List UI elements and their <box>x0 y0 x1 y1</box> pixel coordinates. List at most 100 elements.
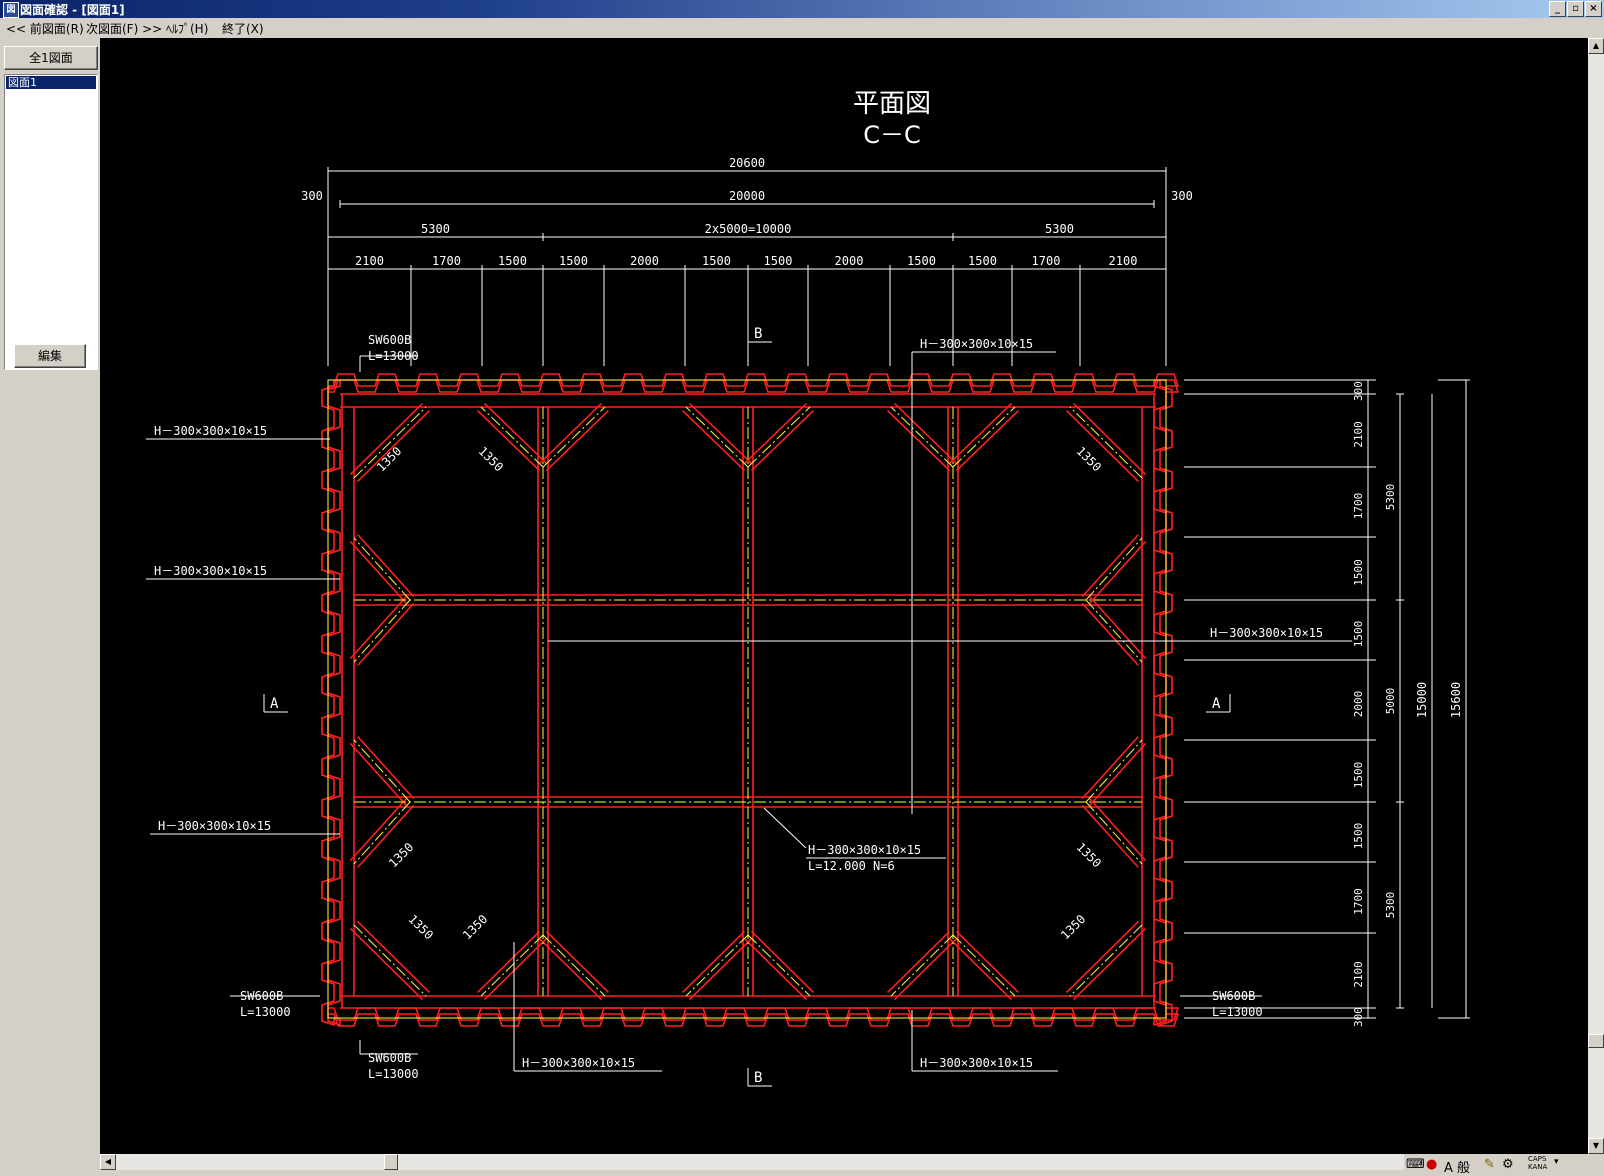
dim-right-small-label: 300 <box>1352 381 1365 401</box>
sheet-pile-label: SW600B <box>368 333 411 347</box>
fire-brace-centerline <box>542 934 606 997</box>
dim-row4-label: 1500 <box>559 254 588 268</box>
fire-brace-centerline <box>1069 924 1143 997</box>
dim-right-small-label: 1700 <box>1352 493 1365 520</box>
menu-help[interactable]: ﾍﾙﾌﾟ(H) <box>166 20 208 37</box>
menu-next-drawing[interactable]: 次図面(F) >> <box>86 20 162 37</box>
title-bar: 図 図面確認 - [図面1] _ ▫ × <box>0 0 1604 18</box>
sheet-pile-outline <box>327 379 1167 1019</box>
sheet-pile-label: SW600B <box>368 1051 411 1065</box>
fire-brace-centerline <box>1085 739 1143 803</box>
fire-brace <box>743 402 808 464</box>
dim-right-mid-label: 5300 <box>1384 892 1397 919</box>
drawing-list-item[interactable]: 図面1 <box>6 76 96 89</box>
hscroll-thumb[interactable] <box>384 1154 398 1170</box>
dim-row4-label: 1500 <box>764 254 793 268</box>
restore-button[interactable]: ▫ <box>1567 1 1584 17</box>
menu-bar: << 前図面(R) 次図面(F) >> ﾍﾙﾌﾟ(H) 終了(X) <box>0 18 1604 37</box>
chevron-down-icon[interactable]: ▾ <box>1554 1157 1559 1167</box>
dim-inner-label: 20000 <box>729 189 765 203</box>
drawing-canvas[interactable]: 20600 20000 300 300 5300 2x5000=10000 5300 2100… <box>100 38 1588 1154</box>
ime-mode[interactable]: A 般 <box>1444 1157 1470 1176</box>
dim-right-small-label: 1700 <box>1352 888 1365 915</box>
fire-brace <box>681 930 746 994</box>
sheet-pile-label: SW600B <box>1212 989 1255 1003</box>
section-mark: B <box>754 1070 762 1086</box>
sheet-pile-label: L=13000 <box>1212 1005 1263 1019</box>
fire-brace <box>955 410 1020 472</box>
ime-icon[interactable]: ● <box>1426 1157 1437 1172</box>
dim-row4-label: 2000 <box>835 254 864 268</box>
dim-row4-label: 1500 <box>968 254 997 268</box>
fire-brace-centerline <box>480 934 544 997</box>
scroll-thumb[interactable] <box>1588 1034 1604 1048</box>
diag-dim-label: 1350 <box>1074 840 1104 870</box>
dim-right-small-label: 1500 <box>1352 559 1365 586</box>
sheet-pile-label: SW600B <box>240 989 283 1003</box>
dim-right-inner-label: 15000 <box>1415 682 1429 718</box>
app-icon[interactable]: 図 <box>3 2 19 18</box>
diag-dim-label: 1350 <box>476 444 506 474</box>
dim-row3-label: 5300 <box>1045 222 1074 236</box>
fire-brace-centerline <box>952 406 1016 468</box>
dictionary-icon[interactable]: ✎ <box>1484 1157 1495 1172</box>
dim-side-right: 300 <box>1171 189 1193 203</box>
sheet-pile-label: L=13000 <box>240 1005 291 1019</box>
dim-right-small-label: 1500 <box>1352 823 1365 850</box>
fire-brace <box>948 402 1013 464</box>
fire-brace-centerline <box>542 406 606 468</box>
leader-line <box>763 807 807 849</box>
dim-right-small-label: 2000 <box>1352 691 1365 718</box>
scroll-up-button[interactable]: ▲ <box>1588 38 1604 54</box>
minimize-button[interactable]: _ <box>1549 1 1566 17</box>
settings-icon[interactable]: ⚙ <box>1502 1157 1514 1172</box>
dim-row4-label: 2000 <box>630 254 659 268</box>
dim-right-mid-label: 5300 <box>1384 484 1397 511</box>
fire-brace <box>750 930 815 994</box>
diag-dim-label: 1350 <box>386 840 416 870</box>
close-button[interactable]: × <box>1585 1 1602 17</box>
fire-brace <box>545 930 610 994</box>
fire-brace <box>886 930 951 994</box>
dim-row4-label: 2100 <box>355 254 384 268</box>
fire-brace <box>1065 409 1140 483</box>
ime-status-bar: ⌨ ● A 般 ✎ ⚙ CAPS KANA ▾ <box>1404 1154 1604 1176</box>
diag-dim-label: 1350 <box>406 912 436 942</box>
member-label: H－300×300×10×15 <box>154 424 267 438</box>
fire-brace-centerline <box>952 934 1016 997</box>
dim-right-small-label: 2100 <box>1352 421 1365 448</box>
drawing-list[interactable]: 図面1 <box>4 74 98 370</box>
keyboard-icon[interactable]: ⌨ <box>1406 1157 1425 1172</box>
member-label: H－300×300×10×15 <box>920 337 1033 351</box>
vertical-scrollbar[interactable]: ▲ ▼ <box>1588 38 1604 1154</box>
fire-brace <box>955 930 1020 994</box>
fire-brace-centerline <box>685 934 749 997</box>
scroll-down-button[interactable]: ▼ <box>1588 1138 1604 1154</box>
menu-prev-drawing[interactable]: << 前図面(R) <box>6 20 84 37</box>
all-drawings-button[interactable]: 全1図面 <box>4 46 98 70</box>
scroll-left-button[interactable]: ◀ <box>100 1154 116 1170</box>
dim-right-small-label: 1500 <box>1352 621 1365 648</box>
dim-right-mid-label: 5000 <box>1384 688 1397 715</box>
member-label: H－300×300×10×15 <box>522 1056 635 1070</box>
dim-side-left: 300 <box>301 189 323 203</box>
window-title: 図面確認 - [図面1] <box>20 3 125 17</box>
fire-brace <box>1089 540 1147 604</box>
member-label: L=12.000 N=6 <box>808 859 895 873</box>
dim-row4-label: 1700 <box>1032 254 1061 268</box>
fire-brace-centerline <box>353 599 411 663</box>
fire-brace-centerline <box>1085 599 1143 663</box>
menu-exit[interactable]: 終了(X) <box>222 20 264 37</box>
fire-brace <box>545 410 610 472</box>
dim-right-overall-label: 15600 <box>1449 682 1463 718</box>
drawing-subtitle: C－C <box>863 121 921 149</box>
dim-row4-label: 1500 <box>498 254 527 268</box>
fire-brace-centerline <box>353 739 411 803</box>
dim-row3-label: 5300 <box>421 222 450 236</box>
edit-button[interactable]: 編集 <box>14 344 86 368</box>
fire-brace-centerline <box>890 406 954 468</box>
fire-brace <box>476 930 541 994</box>
fire-brace <box>1089 798 1147 862</box>
fire-brace <box>1089 596 1147 660</box>
horizontal-scrollbar[interactable]: ◀ <box>100 1154 1404 1170</box>
